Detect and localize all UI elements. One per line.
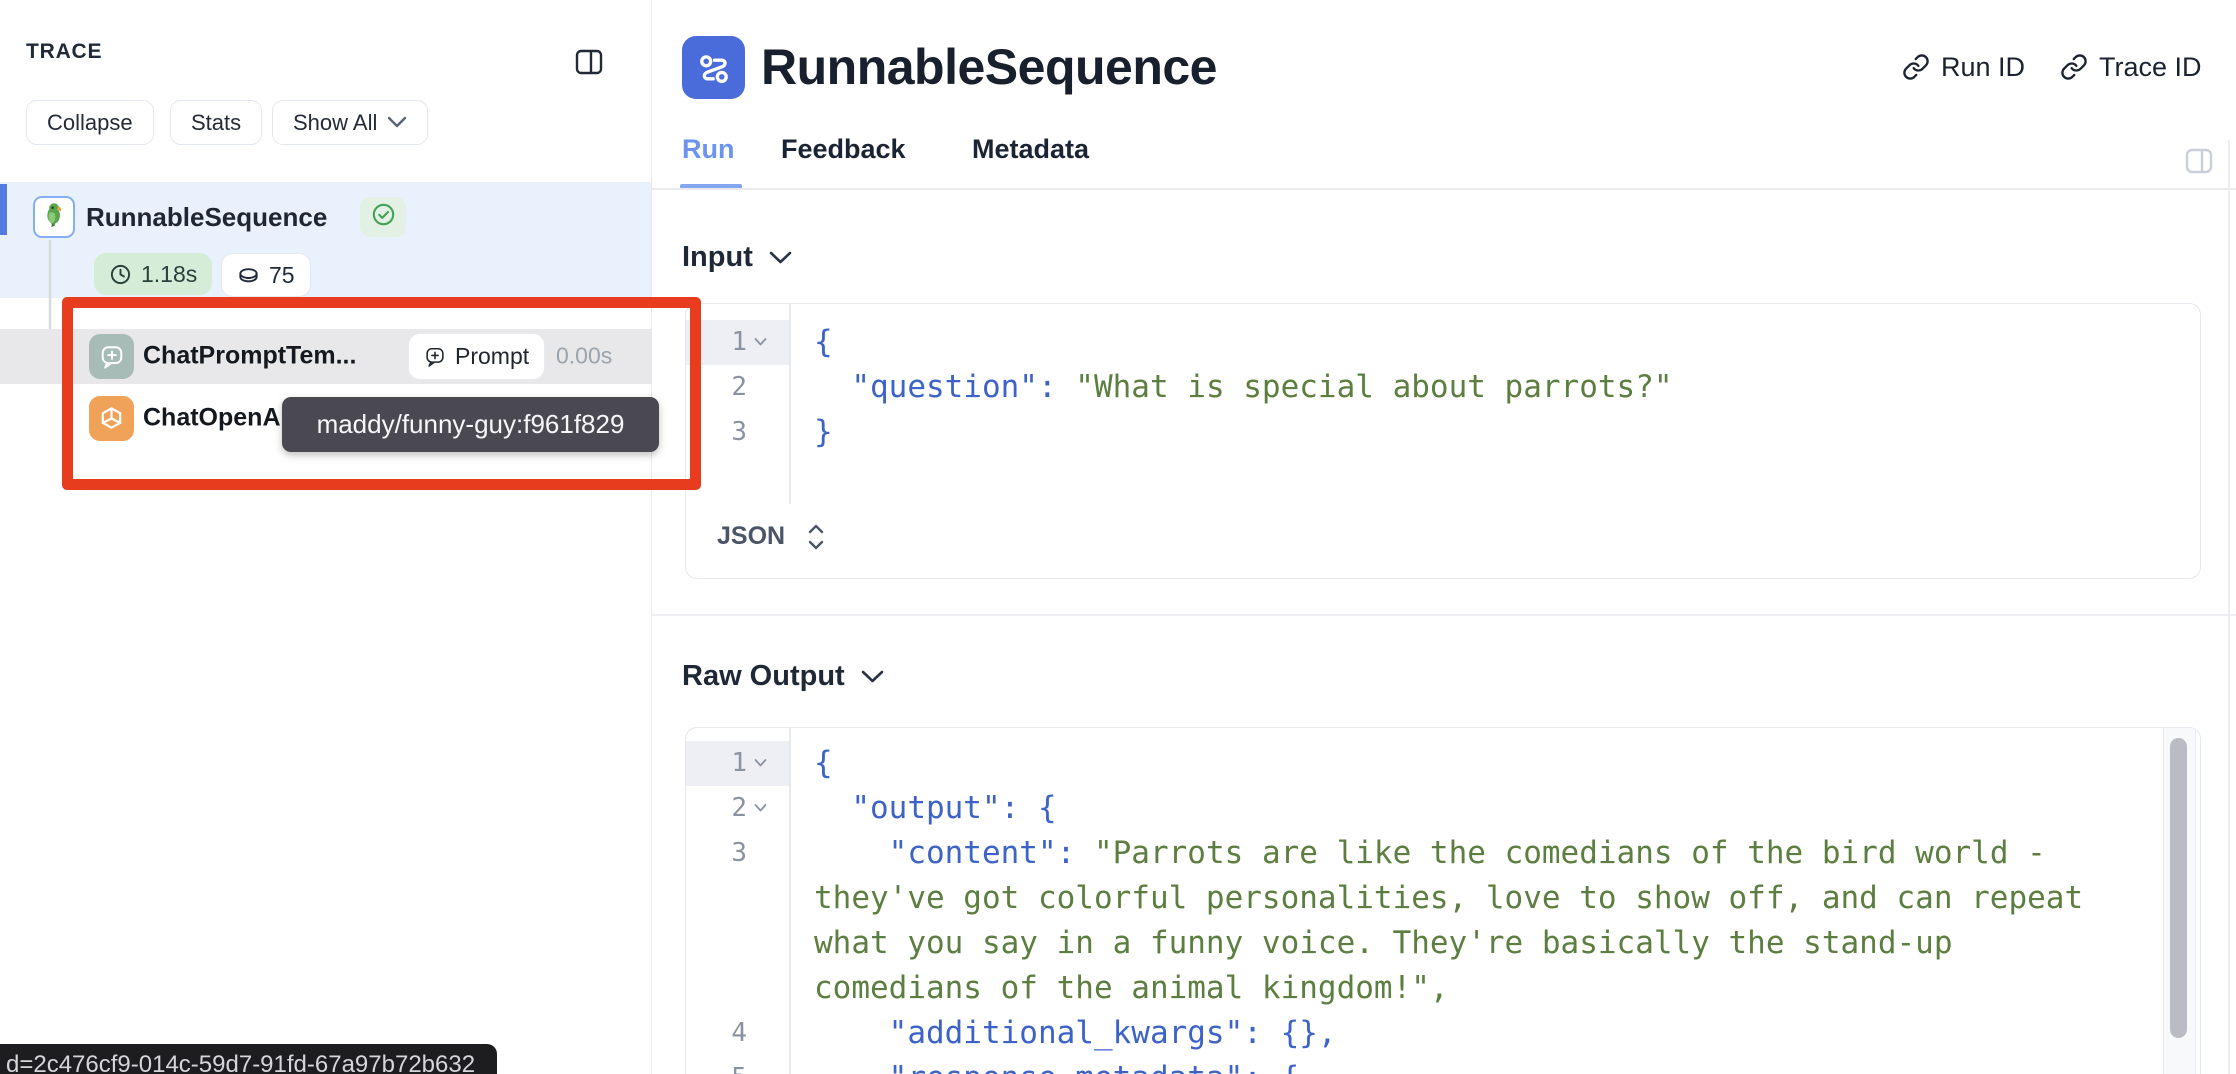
- fold-chevron-icon[interactable]: [754, 758, 767, 768]
- trace-page: TRACE Collapse Stats Show All: [0, 0, 2236, 1074]
- prompt-type-badge: Prompt: [408, 333, 545, 380]
- duration-badge: 1.18s: [94, 253, 212, 295]
- line-gutter: [686, 921, 789, 966]
- code-row: 1{: [686, 320, 2200, 365]
- code-line: what you say in a funny voice. They're b…: [814, 921, 1952, 966]
- code-line: comedians of the animal kingdom!",: [814, 966, 1449, 1011]
- panel-split-icon: [2184, 164, 2214, 179]
- up-down-chevron-icon: [807, 523, 825, 551]
- tab-run[interactable]: Run: [682, 134, 734, 165]
- openai-icon: [89, 396, 134, 441]
- code-line: "response_metadata": {: [814, 1056, 1299, 1074]
- tabs-divider: [651, 188, 2236, 190]
- code-row: 5 "response_metadata": {: [686, 1056, 2200, 1074]
- prompt-bubble-icon: [424, 346, 446, 368]
- stats-button[interactable]: Stats: [170, 100, 262, 145]
- collapse-button[interactable]: Collapse: [26, 100, 154, 145]
- output-section-header[interactable]: Raw Output: [682, 660, 884, 693]
- code-line: they've got colorful personalities, love…: [814, 876, 2083, 921]
- output-section-title: Raw Output: [682, 660, 845, 693]
- code-row: 4 "additional_kwargs": {},: [686, 1011, 2200, 1056]
- run-id-button[interactable]: Run ID: [1902, 48, 2025, 86]
- tab-feedback[interactable]: Feedback: [781, 134, 906, 165]
- panel-split-icon: [574, 65, 604, 80]
- code-row: comedians of the animal kingdom!",: [686, 966, 2200, 1011]
- code-row: they've got colorful personalities, love…: [686, 876, 2200, 921]
- selected-row-accent: [0, 184, 7, 235]
- line-number[interactable]: 3: [731, 831, 747, 876]
- page-title: RunnableSequence: [761, 36, 1217, 99]
- prompt-template-icon: [89, 334, 134, 379]
- input-section-title: Input: [682, 241, 753, 274]
- editor-scrollbar-thumb[interactable]: [2170, 738, 2187, 1038]
- chevron-down-icon: [769, 251, 792, 265]
- child-run-name[interactable]: ChatPromptTem...: [143, 342, 356, 371]
- code-line: "question": "What is special about parro…: [814, 365, 1673, 410]
- code-row: what you say in a funny voice. They're b…: [686, 921, 2200, 966]
- token-coin-icon: [237, 264, 260, 287]
- trace-sidebar: TRACE Collapse Stats Show All: [0, 0, 652, 1074]
- link-icon: [1902, 53, 1930, 81]
- output-code-editor: 1{2 "output": {3 "content": "Parrots are…: [685, 727, 2201, 1074]
- code-line: {: [814, 320, 833, 365]
- sidebar-panel-toggle-button[interactable]: [574, 47, 604, 77]
- code-row: 3}: [686, 410, 2200, 455]
- check-circle-icon: [371, 202, 396, 232]
- input-section-header[interactable]: Input: [682, 241, 792, 274]
- sequence-run-icon: [682, 36, 745, 99]
- format-selector[interactable]: JSON: [717, 509, 825, 564]
- prompt-name-tooltip: maddy/funny-guy:f961f829: [282, 397, 659, 452]
- input-code-editor: 1{2 "question": "What is special about p…: [685, 303, 2201, 579]
- fold-chevron-icon[interactable]: [754, 337, 767, 347]
- run-type-icon-box: [33, 196, 75, 238]
- code-line: {: [814, 741, 833, 786]
- tab-metadata[interactable]: Metadata: [972, 134, 1089, 165]
- success-status-badge: [360, 197, 406, 237]
- line-number[interactable]: 2: [731, 786, 747, 831]
- child-run-duration: 0.00s: [556, 343, 612, 370]
- link-icon: [2060, 53, 2088, 81]
- section-divider: [651, 614, 2236, 616]
- fold-chevron-icon[interactable]: [754, 803, 767, 813]
- code-line: "content": "Parrots are like the comedia…: [814, 831, 2046, 876]
- line-gutter: 4: [686, 1011, 789, 1056]
- line-number[interactable]: 3: [731, 410, 747, 455]
- panel-edge-divider: [2228, 140, 2230, 1074]
- show-all-dropdown[interactable]: Show All: [272, 100, 428, 145]
- line-gutter: 3: [686, 831, 789, 876]
- line-gutter: 5: [686, 1056, 789, 1074]
- code-row: 1{: [686, 741, 2200, 786]
- line-gutter: [686, 966, 789, 1011]
- code-row: 2 "question": "What is special about par…: [686, 365, 2200, 410]
- code-row: 2 "output": {: [686, 786, 2200, 831]
- token-count-badge: 75: [221, 253, 311, 297]
- parrot-icon: [41, 201, 68, 233]
- sidebar-title: TRACE: [26, 40, 102, 64]
- code-line: }: [814, 410, 833, 455]
- line-number[interactable]: 1: [731, 320, 747, 365]
- run-detail-panel: RunnableSequence Run ID Trace ID Run Fee…: [651, 0, 2236, 1074]
- line-gutter: 1: [686, 320, 789, 365]
- chevron-down-icon: [861, 670, 884, 684]
- line-gutter: 1: [686, 741, 789, 786]
- line-gutter: 2: [686, 365, 789, 410]
- line-gutter: 2: [686, 786, 789, 831]
- code-line: "output": {: [814, 786, 1057, 831]
- clock-icon: [109, 263, 132, 286]
- line-gutter: [686, 876, 789, 921]
- line-number[interactable]: 2: [731, 365, 747, 410]
- line-number[interactable]: 1: [731, 741, 747, 786]
- code-row: 3 "content": "Parrots are like the comed…: [686, 831, 2200, 876]
- status-url-tooltip: d=2c476cf9-014c-59d7-91fd-67a97b72b632: [0, 1044, 497, 1074]
- trace-id-button[interactable]: Trace ID: [2060, 48, 2202, 86]
- line-number[interactable]: 4: [731, 1011, 747, 1056]
- child-run-name[interactable]: ChatOpenAI: [143, 404, 287, 433]
- line-gutter: 3: [686, 410, 789, 455]
- main-panel-toggle-button[interactable]: [2184, 146, 2214, 176]
- code-line: "additional_kwargs": {},: [814, 1011, 1337, 1056]
- chevron-down-icon: [387, 116, 407, 129]
- line-number[interactable]: 5: [731, 1056, 747, 1074]
- editor-scrollbar-track[interactable]: [2163, 728, 2196, 1074]
- root-run-name[interactable]: RunnableSequence: [86, 196, 327, 238]
